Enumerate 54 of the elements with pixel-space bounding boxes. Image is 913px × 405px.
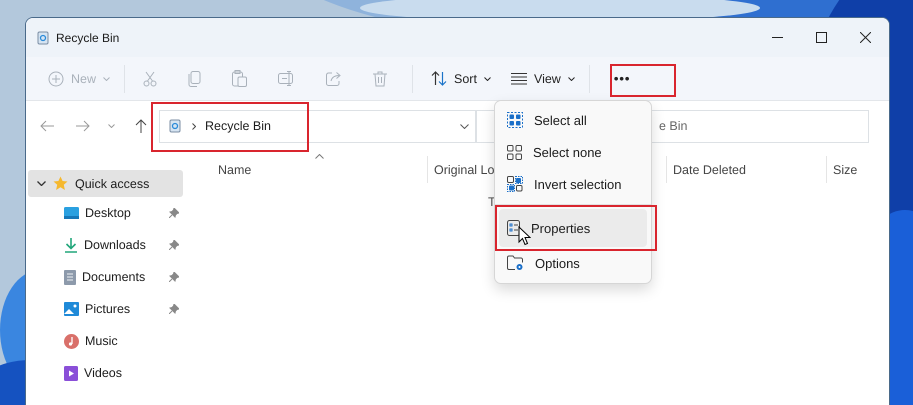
close-icon[interactable] [860, 32, 871, 43]
view-button[interactable]: View [502, 62, 583, 94]
music-note-icon [64, 334, 79, 348]
back-arrow-icon[interactable] [40, 120, 54, 132]
star-icon [53, 176, 68, 191]
sidebar-item[interactable]: Videos [26, 357, 183, 389]
share-icon [326, 71, 342, 86]
clipboard-icon [232, 70, 248, 87]
forward-arrow-icon[interactable] [76, 120, 90, 132]
download-icon [64, 238, 78, 252]
rename-icon [278, 71, 296, 86]
image-icon [64, 302, 79, 316]
caret-icon [103, 76, 110, 80]
column-header[interactable]: Size [826, 156, 889, 183]
up-arrow-icon[interactable] [135, 119, 147, 133]
video-icon [64, 366, 78, 380]
address-bar[interactable]: Recycle Bin [159, 110, 476, 142]
chevron-icon [37, 181, 46, 186]
caret-icon [484, 76, 491, 80]
sidebar-item[interactable]: Quick access [28, 170, 183, 197]
sort-caret-icon [315, 154, 324, 159]
sidebar-item[interactable]: Desktop [26, 197, 183, 229]
desktop-icon [64, 207, 79, 219]
sort-arrows-icon [431, 71, 448, 86]
sidebar-item[interactable]: Pictures [26, 293, 183, 325]
caret-icon[interactable] [460, 124, 469, 128]
more-button[interactable]: ••• [600, 62, 644, 94]
select-none-icon [507, 144, 522, 160]
scissors-icon [143, 70, 158, 86]
window-title: Recycle Bin [56, 30, 120, 44]
cursor-icon [518, 226, 531, 246]
copy-icon [188, 70, 202, 86]
menu-item[interactable]: Options [499, 247, 647, 279]
menu-item[interactable]: Invert selection [499, 168, 647, 200]
maximize-icon[interactable] [816, 32, 827, 43]
trash-icon [373, 70, 388, 86]
select-all-icon [507, 112, 523, 128]
sort-button[interactable]: Sort [423, 62, 499, 94]
recycle-bin-icon [37, 30, 49, 44]
list-lines-icon [510, 72, 527, 84]
invert-selection-icon [507, 176, 523, 192]
sidebar-item[interactable]: Documents [26, 261, 183, 293]
caret-icon [568, 76, 575, 80]
recycle-bin-icon [169, 119, 181, 133]
sidebar-item[interactable]: Downloads [26, 229, 183, 261]
folder-gear-icon [507, 255, 524, 271]
plus-icon [48, 70, 64, 86]
document-icon [64, 270, 76, 284]
column-header[interactable]: Date Deleted [666, 156, 826, 183]
menu-item[interactable]: Properties [499, 209, 647, 247]
sidebar-item[interactable]: Music [26, 325, 183, 357]
column-header[interactable]: Name [183, 156, 427, 183]
chevron-icon [192, 122, 196, 130]
properties-icon [507, 220, 520, 236]
